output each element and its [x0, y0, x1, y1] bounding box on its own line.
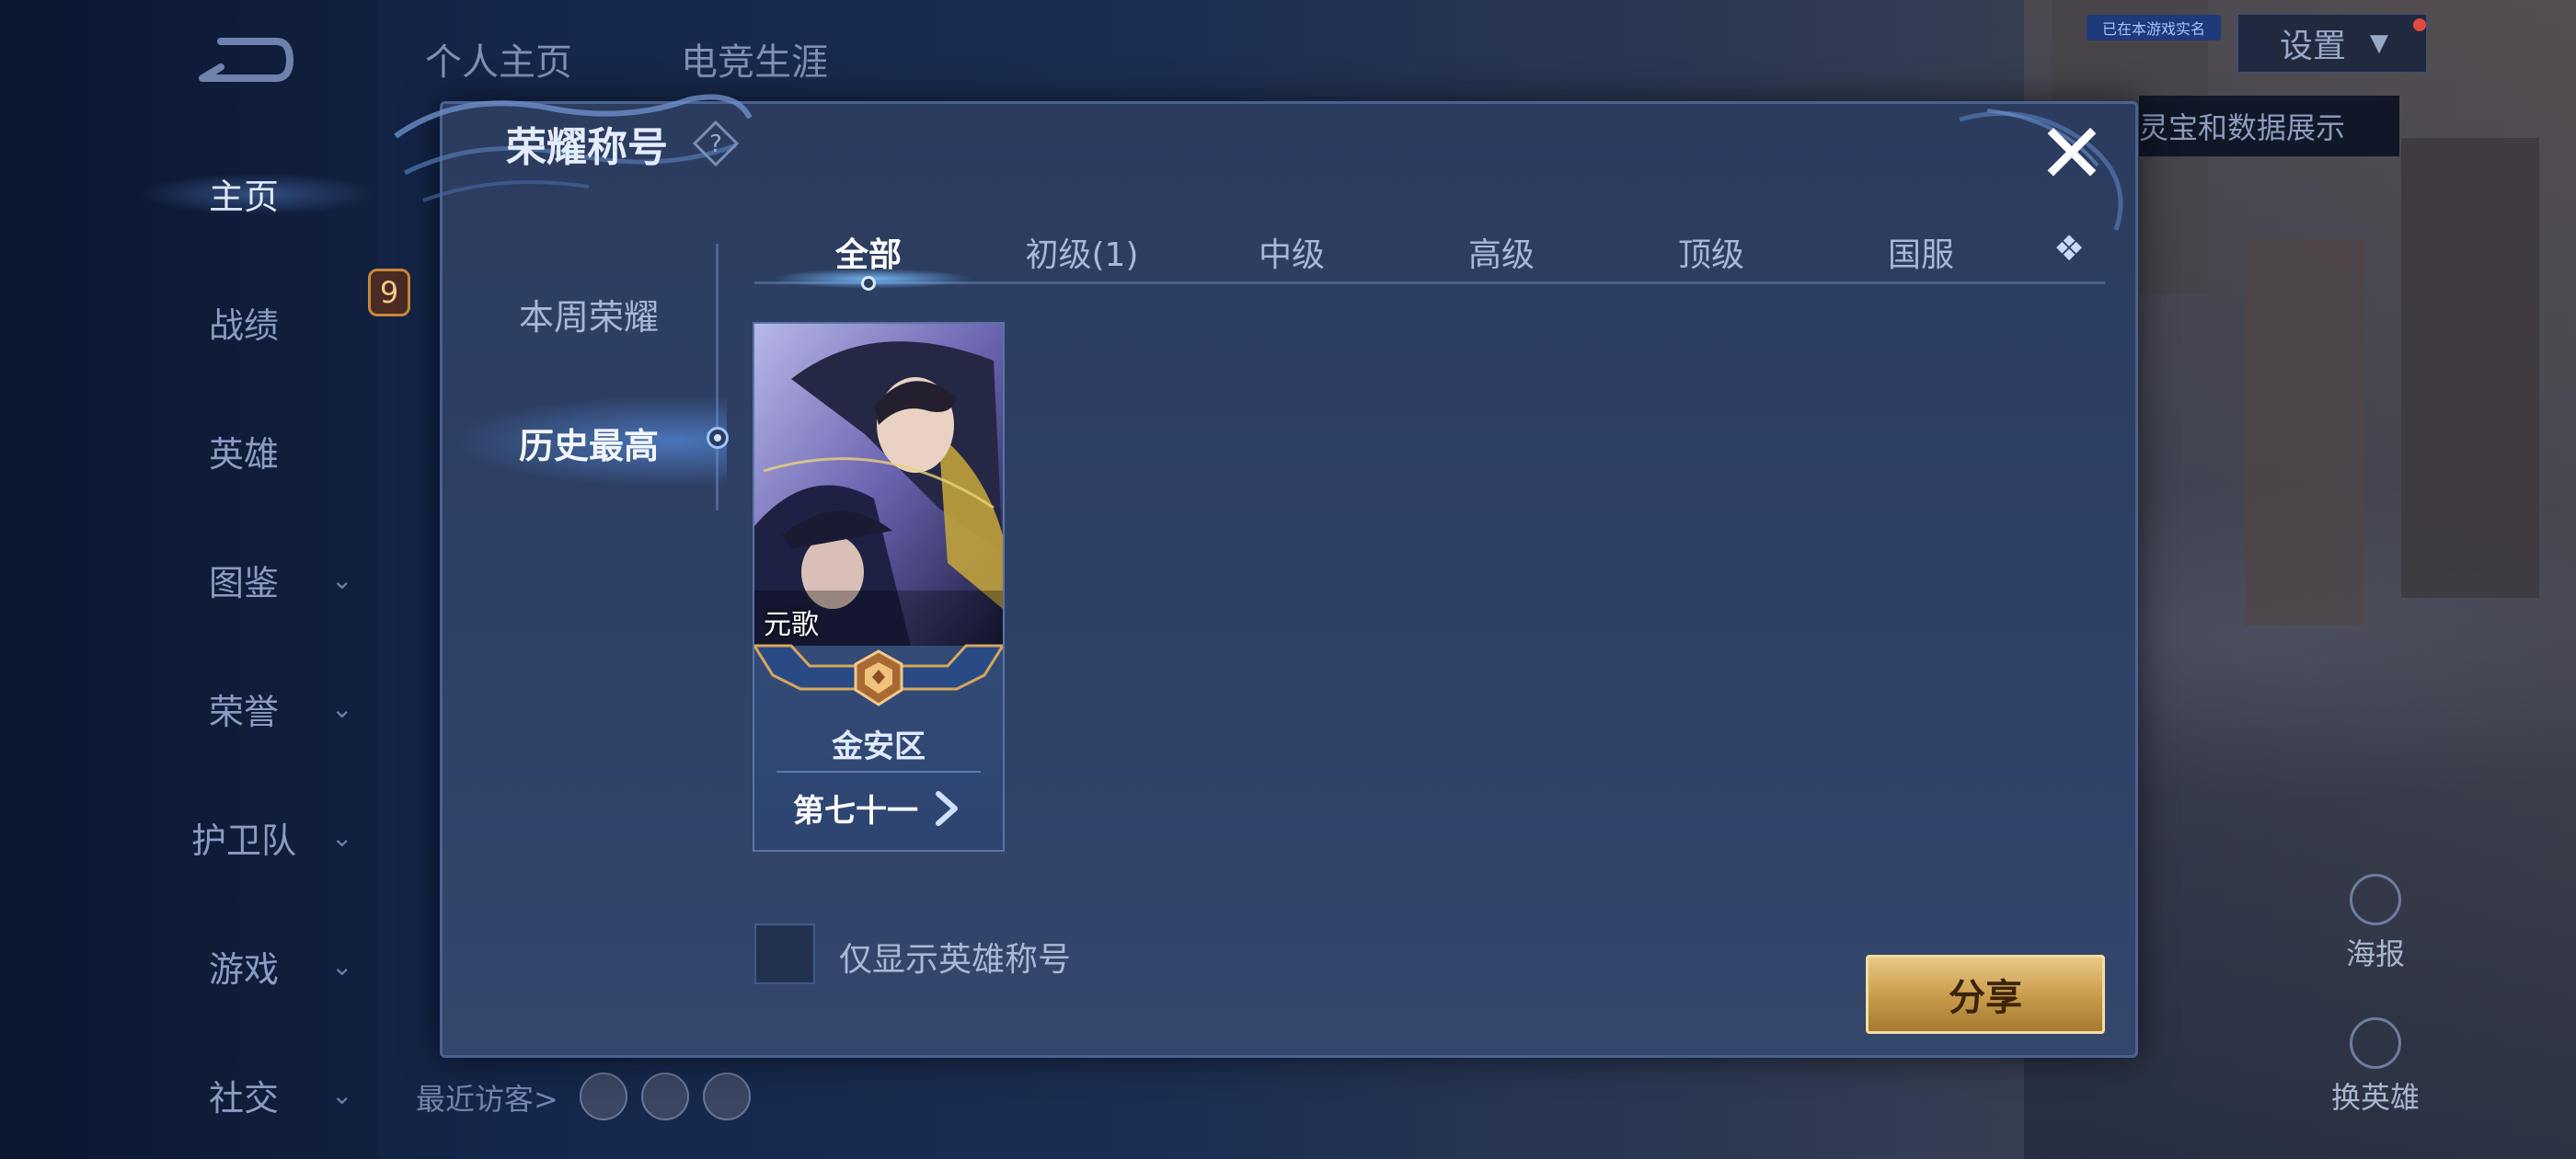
- tab-scroll-more-icon[interactable]: ❖: [2053, 228, 2109, 272]
- sidebar-item-2[interactable]: 英雄: [156, 419, 359, 483]
- card-divider: [776, 771, 981, 773]
- settings-dropdown[interactable]: 设置 ▼: [2237, 14, 2427, 73]
- chevron-down-icon: ⌄: [331, 821, 353, 853]
- chevron-down-icon: ▼: [2370, 29, 2389, 57]
- hero-portrait: [754, 324, 1003, 646]
- poster-icon: [2350, 874, 2401, 925]
- recent-visitors-label[interactable]: 最近访客>: [416, 1076, 558, 1119]
- poster-button[interactable]: 海报: [2311, 874, 2440, 973]
- hero-name: 元歌: [764, 609, 819, 641]
- svg-text:?: ?: [709, 131, 722, 158]
- sidebar-item-3[interactable]: 图鉴 ⌄: [156, 547, 359, 612]
- tab-5[interactable]: 国服: [1829, 228, 2013, 276]
- sidebar-item-4[interactable]: 荣誉 ⌄: [156, 676, 359, 740]
- nav-item-label: 社交: [208, 1077, 279, 1119]
- tab-1[interactable]: 初级(1): [990, 228, 1174, 276]
- nav-item-label: 护卫队: [190, 820, 296, 861]
- rank-link[interactable]: 第七十一: [793, 786, 962, 831]
- settings-label: 设置: [2280, 28, 2347, 65]
- help-icon[interactable]: ?: [692, 120, 740, 167]
- close-icon[interactable]: ✕: [2035, 113, 2109, 196]
- tab-active-marker: [861, 276, 876, 291]
- tab-2[interactable]: 中级: [1200, 228, 1384, 276]
- nav-item-label: 游戏: [208, 948, 279, 990]
- notification-dot: [2413, 18, 2426, 31]
- sidebar-item-1[interactable]: 战绩: [156, 290, 359, 354]
- sidebar-item-historical-best[interactable]: 历史最高: [478, 418, 699, 468]
- realname-badge: 已在本游戏实名: [2087, 15, 2221, 40]
- rank-text: 第七十一: [793, 793, 918, 830]
- nav-item-label: 英雄: [208, 433, 279, 475]
- sidebar-item-5[interactable]: 护卫队 ⌄: [156, 805, 359, 869]
- tab-3[interactable]: 高级: [1409, 228, 1593, 276]
- hero-title-only-checkbox[interactable]: [754, 924, 815, 984]
- nav-item-label: 主页: [208, 176, 279, 217]
- tab-4[interactable]: 顶级: [1619, 228, 1803, 276]
- nav-item-label: 战绩: [208, 304, 279, 346]
- tooltip-strip: 灵宝和数据展示: [2139, 96, 2399, 156]
- visitor-avatar[interactable]: [580, 1073, 627, 1120]
- nav-item-label: 荣誉: [208, 691, 279, 732]
- chevron-down-icon: ⌄: [331, 950, 353, 981]
- checkbox-label[interactable]: 仅显示英雄称号: [839, 933, 1071, 981]
- tab-esports-career[interactable]: 电竞生涯: [681, 32, 828, 86]
- visitor-avatar[interactable]: [641, 1073, 689, 1120]
- sidebar-active-marker: [707, 427, 729, 449]
- chevron-down-icon: ⌄: [331, 693, 353, 724]
- region-name: 金安区: [832, 729, 926, 765]
- game-screen: 主页战绩英雄图鉴 ⌄ 荣誉 ⌄ 护卫队 ⌄ 游戏 ⌄ 社交 ⌄ 个人主页 电竞生涯 已在本游戏实名…: [0, 0, 2576, 1159]
- level-badge: 9: [368, 269, 410, 316]
- dialog-title: 荣耀称号: [506, 124, 668, 171]
- share-button[interactable]: 分享: [1866, 955, 2105, 1034]
- chevron-down-icon: ⌄: [331, 1079, 353, 1110]
- rank-emblem-icon: [854, 649, 903, 706]
- tab-personal-home[interactable]: 个人主页: [425, 32, 572, 86]
- chevron-right-icon: [936, 790, 958, 826]
- swap-hero-label: 换英雄: [2330, 1080, 2420, 1115]
- chevron-down-icon: ⌄: [331, 564, 353, 595]
- swap-hero-button[interactable]: 换英雄: [2311, 1017, 2440, 1117]
- swap-hero-icon: [2350, 1017, 2401, 1069]
- sidebar-item-6[interactable]: 游戏 ⌄: [156, 934, 359, 998]
- sidebar-item-7[interactable]: 社交 ⌄: [156, 1062, 359, 1127]
- poster-label: 海报: [2345, 936, 2405, 971]
- tooltip-text: 灵宝和数据展示: [2139, 110, 2346, 145]
- nav-item-label: 图鉴: [208, 562, 279, 603]
- honor-title-card[interactable]: 元歌 金安区 第七十一: [753, 322, 1005, 852]
- visitor-avatar[interactable]: [703, 1073, 751, 1120]
- sidebar-item-0[interactable]: 主页: [156, 161, 359, 225]
- back-arrow-icon[interactable]: [193, 32, 294, 87]
- sidebar-item-weekly-honor[interactable]: 本周荣耀: [478, 289, 699, 339]
